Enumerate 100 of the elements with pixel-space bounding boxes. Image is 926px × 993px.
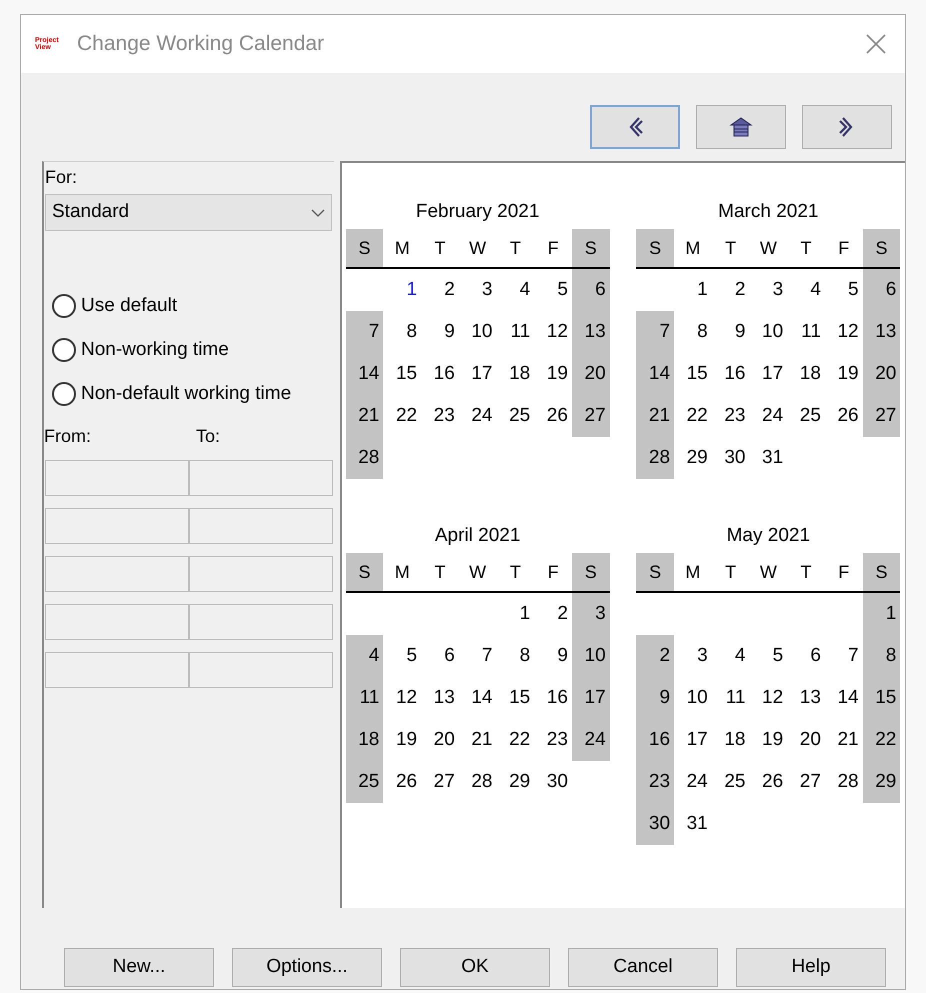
dialog-button[interactable]: Help xyxy=(736,948,886,987)
day-cell[interactable]: 26 xyxy=(534,395,572,437)
day-cell[interactable]: 26 xyxy=(824,395,863,437)
day-cell[interactable]: 6 xyxy=(572,269,610,311)
day-cell[interactable]: 11 xyxy=(496,311,534,353)
day-cell[interactable]: 4 xyxy=(787,269,825,311)
day-cell[interactable]: 9 xyxy=(712,311,750,353)
day-cell[interactable]: 30 xyxy=(534,761,572,803)
day-cell[interactable]: 24 xyxy=(674,761,712,803)
day-cell[interactable]: 18 xyxy=(787,353,825,395)
day-cell[interactable]: 8 xyxy=(496,635,534,677)
day-cell[interactable]: 10 xyxy=(572,635,610,677)
day-cell[interactable]: 27 xyxy=(862,395,900,437)
day-cell[interactable]: 27 xyxy=(787,761,825,803)
day-cell[interactable]: 24 xyxy=(749,395,788,437)
day-cell[interactable]: 2 xyxy=(712,269,750,311)
day-cell[interactable]: 16 xyxy=(534,677,572,719)
day-cell[interactable]: 9 xyxy=(534,635,572,677)
day-cell[interactable]: 11 xyxy=(787,311,825,353)
day-cell[interactable]: 7 xyxy=(636,311,674,353)
radio-button[interactable] xyxy=(52,294,76,318)
day-cell[interactable]: 7 xyxy=(824,635,863,677)
day-cell[interactable]: 17 xyxy=(458,353,496,395)
day-cell[interactable]: 25 xyxy=(346,761,384,803)
day-cell[interactable]: 17 xyxy=(572,677,610,719)
from-time-field[interactable] xyxy=(45,652,189,688)
day-cell[interactable]: 23 xyxy=(636,761,674,803)
day-cell[interactable]: 14 xyxy=(346,353,384,395)
day-cell[interactable]: 1 xyxy=(862,593,900,635)
day-cell[interactable]: 18 xyxy=(712,719,750,761)
day-cell[interactable]: 26 xyxy=(749,761,788,803)
day-cell[interactable]: 10 xyxy=(458,311,496,353)
day-cell[interactable]: 31 xyxy=(749,437,788,479)
day-cell[interactable]: 1 xyxy=(383,269,422,311)
day-cell[interactable]: 14 xyxy=(636,353,674,395)
calendar-dropdown[interactable]: Standard xyxy=(45,194,332,231)
day-cell[interactable]: 8 xyxy=(862,635,900,677)
day-cell[interactable]: 1 xyxy=(496,593,534,635)
day-cell[interactable]: 22 xyxy=(496,719,534,761)
day-cell[interactable]: 17 xyxy=(749,353,788,395)
day-cell[interactable]: 6 xyxy=(787,635,825,677)
day-cell[interactable]: 12 xyxy=(534,311,572,353)
day-cell[interactable]: 2 xyxy=(636,635,674,677)
day-cell[interactable]: 14 xyxy=(824,677,863,719)
to-time-field[interactable] xyxy=(189,652,333,688)
day-cell[interactable]: 2 xyxy=(421,269,459,311)
day-cell[interactable]: 10 xyxy=(674,677,712,719)
day-cell[interactable]: 13 xyxy=(421,677,459,719)
home-button[interactable] xyxy=(696,105,786,149)
day-cell[interactable]: 27 xyxy=(572,395,610,437)
day-cell[interactable]: 14 xyxy=(458,677,496,719)
day-cell[interactable]: 20 xyxy=(787,719,825,761)
day-cell[interactable]: 5 xyxy=(534,269,572,311)
day-cell[interactable]: 23 xyxy=(712,395,750,437)
dialog-button[interactable]: OK xyxy=(400,948,550,987)
next-button[interactable] xyxy=(802,105,892,149)
day-cell[interactable]: 3 xyxy=(749,269,788,311)
radio-option[interactable]: Use default xyxy=(52,291,334,321)
day-cell[interactable]: 16 xyxy=(712,353,750,395)
day-cell[interactable]: 7 xyxy=(458,635,496,677)
day-cell[interactable]: 19 xyxy=(824,353,863,395)
day-cell[interactable]: 19 xyxy=(534,353,572,395)
day-cell[interactable]: 10 xyxy=(749,311,788,353)
day-cell[interactable]: 4 xyxy=(346,635,384,677)
to-time-field[interactable] xyxy=(189,460,333,496)
day-cell[interactable]: 4 xyxy=(712,635,750,677)
day-cell[interactable]: 16 xyxy=(421,353,459,395)
day-cell[interactable]: 22 xyxy=(862,719,900,761)
day-cell[interactable]: 2 xyxy=(534,593,572,635)
day-cell[interactable]: 19 xyxy=(749,719,788,761)
day-cell[interactable]: 21 xyxy=(636,395,674,437)
day-cell[interactable]: 24 xyxy=(458,395,496,437)
day-cell[interactable]: 20 xyxy=(421,719,459,761)
day-cell[interactable]: 18 xyxy=(496,353,534,395)
day-cell[interactable]: 1 xyxy=(674,269,712,311)
day-cell[interactable]: 26 xyxy=(383,761,422,803)
day-cell[interactable]: 3 xyxy=(458,269,496,311)
day-cell[interactable]: 11 xyxy=(712,677,750,719)
day-cell[interactable]: 25 xyxy=(787,395,825,437)
dialog-button[interactable]: Cancel xyxy=(568,948,718,987)
day-cell[interactable]: 27 xyxy=(421,761,459,803)
day-cell[interactable]: 3 xyxy=(572,593,610,635)
day-cell[interactable]: 29 xyxy=(674,437,712,479)
day-cell[interactable]: 21 xyxy=(824,719,863,761)
from-time-field[interactable] xyxy=(45,556,189,592)
day-cell[interactable]: 15 xyxy=(674,353,712,395)
day-cell[interactable]: 29 xyxy=(862,761,900,803)
day-cell[interactable]: 15 xyxy=(383,353,422,395)
to-time-field[interactable] xyxy=(189,604,333,640)
day-cell[interactable]: 12 xyxy=(749,677,788,719)
day-cell[interactable]: 8 xyxy=(674,311,712,353)
day-cell[interactable]: 28 xyxy=(458,761,496,803)
day-cell[interactable]: 30 xyxy=(636,803,674,845)
day-cell[interactable]: 12 xyxy=(824,311,863,353)
day-cell[interactable]: 5 xyxy=(383,635,422,677)
day-cell[interactable]: 21 xyxy=(346,395,384,437)
day-cell[interactable]: 24 xyxy=(572,719,610,761)
day-cell[interactable]: 17 xyxy=(674,719,712,761)
day-cell[interactable]: 28 xyxy=(824,761,863,803)
day-cell[interactable]: 6 xyxy=(421,635,459,677)
